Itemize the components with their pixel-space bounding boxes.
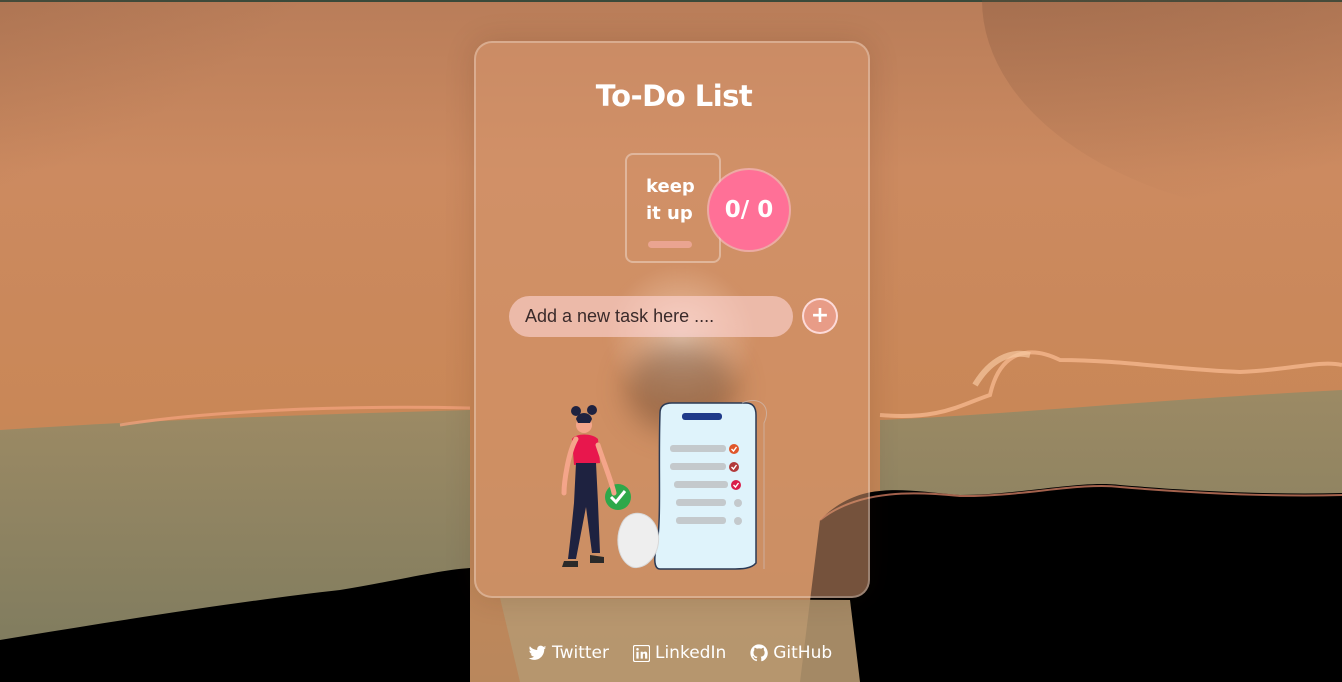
stats-box: keep it up: [625, 153, 721, 263]
todo-illustration: [546, 383, 806, 577]
linkedin-label: LinkedIn: [654, 643, 727, 663]
stats-message: keep it up: [646, 173, 706, 227]
twitter-link[interactable]: Twitter: [528, 643, 609, 663]
twitter-icon: [528, 645, 547, 660]
page-title: To-Do List: [595, 79, 753, 113]
linkedin-icon: [632, 644, 650, 662]
task-input[interactable]: [509, 296, 793, 337]
github-label: GitHub: [773, 643, 833, 663]
github-icon: [750, 644, 769, 662]
github-link[interactable]: GitHub: [750, 643, 832, 663]
twitter-label: Twitter: [552, 643, 609, 663]
stats-message-line1: keep: [646, 176, 695, 197]
todo-card: To-Do List keep it up 0/ 0 +: [474, 41, 870, 598]
footer-links: Twitter LinkedIn GitHub: [528, 640, 832, 666]
task-counter: 0/ 0: [709, 170, 789, 250]
stats-message-line2: it up: [646, 203, 693, 224]
linkedin-link[interactable]: LinkedIn: [632, 643, 727, 663]
progress-bar: [648, 241, 692, 248]
add-task-button[interactable]: +: [802, 298, 838, 334]
